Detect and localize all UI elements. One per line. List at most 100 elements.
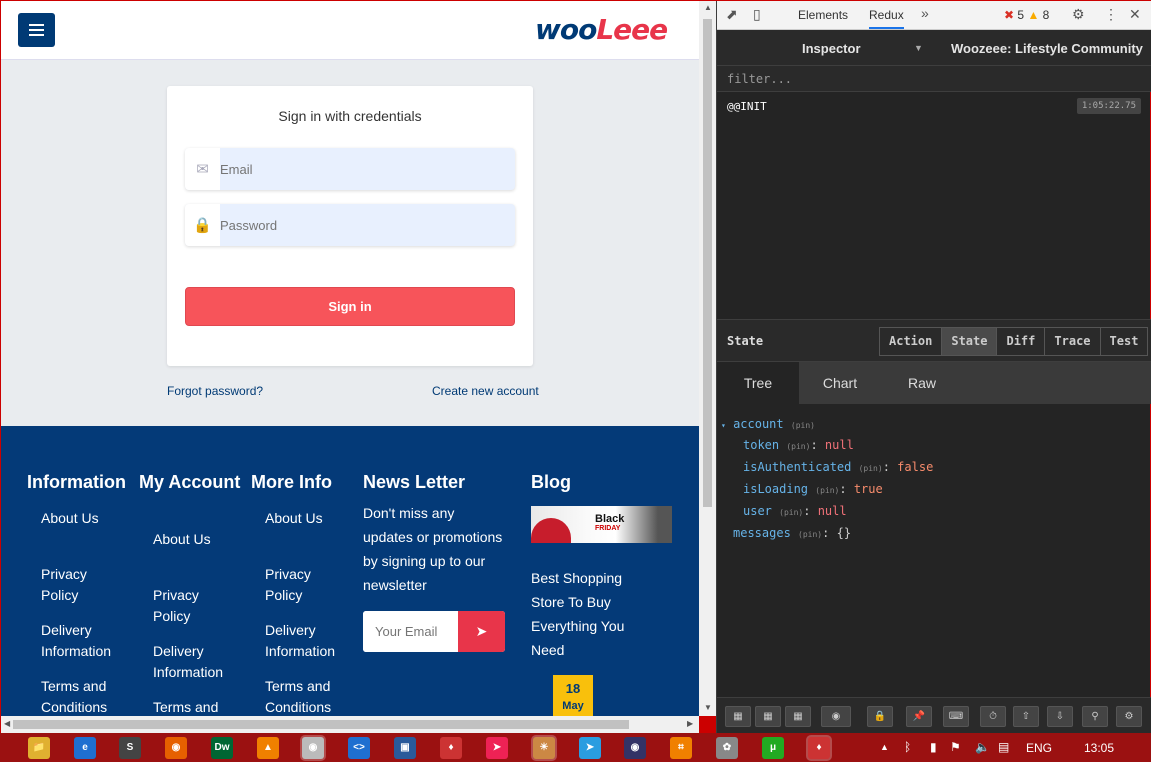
scroll-left-arrow-icon[interactable]: ◀: [4, 719, 10, 728]
pin-icon[interactable]: 📌: [906, 706, 932, 727]
tab-tree[interactable]: Tree: [717, 362, 799, 404]
blog-post-image[interactable]: Black FRIDAY: [531, 506, 672, 543]
file-explorer-icon[interactable]: 📁: [28, 737, 50, 759]
footer-link[interactable]: Terms and Conditions: [41, 676, 131, 716]
battery-icon[interactable]: ▮: [930, 740, 937, 754]
timer-icon[interactable]: ⏱: [980, 706, 1006, 727]
vscode-icon[interactable]: <>: [348, 737, 370, 759]
bluetooth-icon[interactable]: ᛒ: [904, 740, 911, 754]
sublime-text-icon[interactable]: S: [119, 737, 141, 759]
show-hidden-icons-icon[interactable]: ▲: [880, 742, 889, 752]
pin-label[interactable]: (pin): [815, 486, 839, 495]
footer-link[interactable]: Delivery Information: [41, 620, 136, 662]
language-indicator[interactable]: ENG: [1026, 741, 1052, 755]
pin-label[interactable]: (pin): [859, 464, 883, 473]
tab-redux[interactable]: Redux: [869, 8, 904, 29]
scroll-up-arrow-icon[interactable]: ▲: [704, 3, 712, 12]
instance-select[interactable]: Woozeee: Lifestyle Community: [951, 41, 1143, 56]
pin-label[interactable]: (pin): [786, 442, 810, 451]
footer-link[interactable]: Terms and Conditions: [265, 676, 355, 716]
scroll-down-arrow-icon[interactable]: ▼: [704, 703, 712, 712]
footer-link[interactable]: Privacy Policy: [41, 564, 111, 606]
tab-state[interactable]: State: [942, 328, 998, 355]
postman-icon[interactable]: ➤: [486, 737, 508, 759]
dreamweaver-icon[interactable]: Dw: [211, 737, 233, 759]
record-icon[interactable]: ◉: [821, 706, 851, 727]
volume-icon[interactable]: 🔈: [975, 740, 990, 754]
upload-icon[interactable]: ⇧: [1013, 706, 1039, 727]
footer-link[interactable]: Delivery Information: [265, 620, 360, 662]
monitor-select[interactable]: Inspector: [802, 41, 861, 56]
device-toolbar-icon[interactable]: ▯: [753, 6, 761, 23]
tab-diff[interactable]: Diff: [997, 328, 1046, 355]
keyboard-icon[interactable]: ⌨: [943, 706, 969, 727]
telegram-icon[interactable]: ➤: [579, 737, 601, 759]
chart-monitor-icon[interactable]: ▦: [785, 706, 811, 727]
remote-broadcast-icon[interactable]: ⚲: [1082, 706, 1108, 727]
inspector-icon[interactable]: ▦: [755, 706, 781, 727]
forgot-password-link[interactable]: Forgot password?: [167, 384, 263, 398]
flag-icon[interactable]: ⚑: [950, 740, 961, 754]
tree-node-isloading[interactable]: isLoading (pin): true: [743, 482, 883, 496]
tab-action[interactable]: Action: [880, 328, 943, 355]
console-counts[interactable]: ✖ 5 ▲ 8: [1004, 8, 1049, 22]
pgadmin-icon[interactable]: ◉: [624, 737, 646, 759]
vlc-icon[interactable]: ▲: [257, 737, 279, 759]
tab-elements[interactable]: Elements: [798, 8, 848, 22]
sign-in-button[interactable]: Sign in: [185, 287, 515, 326]
hamburger-menu-button[interactable]: [18, 13, 55, 47]
action-list-item[interactable]: @@INIT 1:05:22.75: [717, 92, 1151, 120]
tree-node-user[interactable]: user (pin): null: [743, 504, 847, 518]
expand-caret-icon[interactable]: ▾: [721, 421, 726, 430]
tab-raw[interactable]: Raw: [881, 362, 963, 404]
settings-gear-icon[interactable]: ⚙: [1072, 6, 1085, 23]
password-input[interactable]: [220, 204, 515, 246]
tree-node-account[interactable]: ▾ account (pin): [721, 417, 815, 431]
app-icon[interactable]: ▣: [394, 737, 416, 759]
newsletter-email-input[interactable]: [363, 611, 458, 652]
footer-link[interactable]: Privacy Policy: [153, 585, 223, 627]
download-icon[interactable]: ⇩: [1047, 706, 1073, 727]
chrome-icon[interactable]: ◉: [302, 737, 324, 759]
color-app-icon[interactable]: ✿: [716, 737, 738, 759]
git-icon[interactable]: ♦: [440, 737, 462, 759]
send-arrow-icon[interactable]: ➤: [458, 611, 505, 652]
paint-icon[interactable]: ☀: [533, 737, 555, 759]
tree-node-token[interactable]: token (pin): null: [743, 438, 854, 452]
clock[interactable]: 13:05: [1084, 741, 1114, 755]
lock-icon[interactable]: 🔒: [867, 706, 893, 727]
create-account-link[interactable]: Create new account: [432, 384, 539, 398]
tree-node-messages[interactable]: messages (pin): {}: [733, 526, 851, 540]
git-gui-icon[interactable]: ♦: [808, 737, 830, 759]
kebab-menu-icon[interactable]: ⋮: [1104, 6, 1118, 23]
scrollbar-thumb[interactable]: [703, 19, 712, 507]
internet-explorer-icon[interactable]: e: [74, 737, 96, 759]
blog-post-title[interactable]: Best Shopping Store To Buy Everything Yo…: [531, 566, 641, 662]
scroll-right-arrow-icon[interactable]: ▶: [687, 719, 693, 728]
log-monitor-icon[interactable]: ▦: [725, 706, 751, 727]
footer-link[interactable]: About Us: [265, 508, 355, 529]
firefox-icon[interactable]: ◉: [165, 737, 187, 759]
pin-label[interactable]: (pin): [791, 421, 815, 430]
scrollbar-thumb[interactable]: [13, 720, 629, 729]
tab-test[interactable]: Test: [1100, 328, 1148, 355]
horizontal-scrollbar[interactable]: ◀ ▶: [1, 716, 699, 733]
chevron-down-icon[interactable]: ▼: [914, 43, 923, 53]
tab-chart[interactable]: Chart: [799, 362, 881, 404]
xampp-icon[interactable]: ⌗: [670, 737, 692, 759]
settings-gear-icon[interactable]: ⚙: [1116, 706, 1142, 727]
network-icon[interactable]: ▤: [998, 740, 1009, 754]
site-logo[interactable]: wooLeee: [535, 13, 668, 46]
pin-label[interactable]: (pin): [798, 530, 822, 539]
utorrent-icon[interactable]: μ: [762, 737, 784, 759]
pin-label[interactable]: (pin): [779, 508, 803, 517]
close-icon[interactable]: ✕: [1129, 6, 1141, 23]
more-tabs-icon[interactable]: »: [921, 5, 929, 21]
inspect-element-icon[interactable]: ⬈: [726, 6, 738, 23]
footer-link[interactable]: Terms and: [153, 697, 243, 716]
tree-node-isauthenticated[interactable]: isAuthenticated (pin): false: [743, 460, 933, 474]
vertical-scrollbar[interactable]: ▲ ▼: [699, 1, 716, 716]
footer-link[interactable]: About Us: [153, 529, 243, 550]
footer-link[interactable]: Privacy Policy: [265, 564, 335, 606]
tab-trace[interactable]: Trace: [1045, 328, 1101, 355]
